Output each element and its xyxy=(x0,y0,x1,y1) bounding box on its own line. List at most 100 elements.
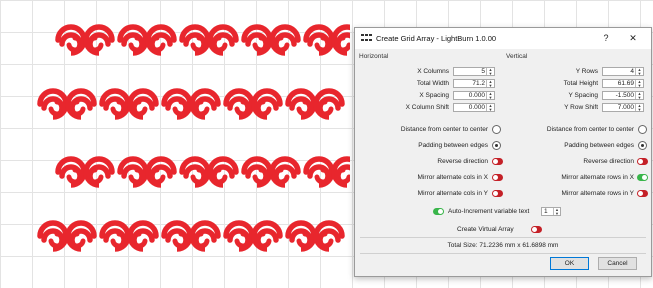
h-reverse-label: Reverse direction xyxy=(437,158,488,165)
swirl-mark[interactable] xyxy=(182,159,208,185)
swirl-mark[interactable] xyxy=(306,159,332,185)
mirror-rows-y-label: Mirror alternate rows in Y xyxy=(561,190,635,197)
y-row-shift-label: Y Row Shift xyxy=(564,104,598,111)
spin-arrows-icon[interactable]: ▲ ▼ xyxy=(635,80,643,87)
swirl-mark[interactable] xyxy=(68,223,94,249)
swirl-mark[interactable] xyxy=(182,27,208,53)
swirl-mark[interactable] xyxy=(226,223,252,249)
swirl-mark[interactable] xyxy=(272,27,298,53)
swirl-mark[interactable] xyxy=(130,91,156,117)
total-height-input[interactable]: 61.69 ▲ ▼ xyxy=(602,79,644,88)
mirror-rows-x-label: Mirror alternate rows in X xyxy=(561,174,634,181)
swirl-mark[interactable] xyxy=(334,27,350,53)
divider xyxy=(360,237,646,238)
spin-arrows-icon[interactable]: ▲ ▼ xyxy=(635,104,643,111)
swirl-mark[interactable] xyxy=(272,159,298,185)
total-width-input[interactable]: 71.2 ▲ ▼ xyxy=(453,79,495,88)
swirl-mark[interactable] xyxy=(86,27,112,53)
swirl-mark[interactable] xyxy=(130,223,156,249)
swirl-mark[interactable] xyxy=(288,91,314,117)
x-column-shift-input[interactable]: 0.000 ▲ ▼ xyxy=(453,103,495,112)
swirl-mark[interactable] xyxy=(40,91,66,117)
spin-arrows-icon[interactable]: ▲ ▼ xyxy=(486,104,494,111)
swirl-mark[interactable] xyxy=(192,91,218,117)
v-distance-label: Distance from center to center xyxy=(546,126,634,133)
h-reverse-toggle[interactable] xyxy=(492,158,503,165)
help-button[interactable]: ? xyxy=(598,32,614,44)
x-column-shift-label: X Column Shift xyxy=(405,104,449,111)
v-reverse-toggle[interactable] xyxy=(637,158,648,165)
mirror-cols-x-label: Mirror alternate cols in X xyxy=(417,174,488,181)
dialog-title: Create Grid Array - LightBurn 1.0.00 xyxy=(376,34,497,43)
swirl-mark[interactable] xyxy=(120,27,146,53)
y-spacing-input[interactable]: -1.500 ▲ ▼ xyxy=(602,91,644,100)
swirl-mark[interactable] xyxy=(58,159,84,185)
horizontal-heading: Horizontal xyxy=(359,53,389,60)
x-spacing-input[interactable]: 0.000 ▲ ▼ xyxy=(453,91,495,100)
v-reverse-label: Reverse direction xyxy=(583,158,634,165)
y-row-shift-input[interactable]: 7.000 ▲ ▼ xyxy=(602,103,644,112)
x-columns-input[interactable]: 5 ▲ ▼ xyxy=(453,67,495,76)
swirl-mark[interactable] xyxy=(210,159,236,185)
swirl-mark[interactable] xyxy=(58,27,84,53)
total-width-label: Total Width xyxy=(416,80,449,87)
spin-arrows-icon[interactable]: ▲ ▼ xyxy=(635,68,643,75)
swirl-mark[interactable] xyxy=(86,159,112,185)
swirl-mark[interactable] xyxy=(316,91,342,117)
mirror-rows-x-toggle[interactable] xyxy=(637,174,648,181)
swirl-mark[interactable] xyxy=(148,27,174,53)
spin-arrows-icon[interactable]: ▲ ▼ xyxy=(486,68,494,75)
auto-increment-toggle[interactable] xyxy=(433,208,444,215)
swirl-mark[interactable] xyxy=(244,27,270,53)
v-padding-radio[interactable] xyxy=(638,141,647,150)
dialog-titlebar: Create Grid Array - LightBurn 1.0.00 ? ✕ xyxy=(355,28,651,49)
app-grid-icon xyxy=(361,34,372,43)
swirl-mark[interactable] xyxy=(102,91,128,117)
swirl-mark[interactable] xyxy=(164,223,190,249)
swirl-mark[interactable] xyxy=(288,223,314,249)
vertical-heading: Vertical xyxy=(506,53,528,60)
swirl-mark[interactable] xyxy=(40,223,66,249)
mirror-cols-y-toggle[interactable] xyxy=(492,190,503,197)
swirl-mark[interactable] xyxy=(192,223,218,249)
h-padding-label: Padding between edges xyxy=(418,142,488,149)
create-grid-array-dialog: Create Grid Array - LightBurn 1.0.00 ? ✕… xyxy=(354,27,652,277)
h-distance-radio[interactable] xyxy=(492,125,501,134)
virtual-array-label: Create Virtual Array xyxy=(457,226,514,233)
swirl-mark[interactable] xyxy=(316,223,342,249)
v-distance-radio[interactable] xyxy=(638,125,647,134)
spin-arrows-icon[interactable]: ▲ ▼ xyxy=(553,208,560,215)
spin-arrows-icon[interactable]: ▲ ▼ xyxy=(486,92,494,99)
auto-increment-label: Auto-Increment variable text xyxy=(448,208,530,215)
swirl-mark[interactable] xyxy=(102,223,128,249)
auto-increment-input[interactable]: 1 ▲ ▼ xyxy=(541,207,561,216)
swirl-mark[interactable] xyxy=(210,27,236,53)
v-padding-label: Padding between edges xyxy=(564,142,634,149)
swirl-mark[interactable] xyxy=(148,159,174,185)
y-spacing-label: Y Spacing xyxy=(568,92,598,99)
design-canvas[interactable] xyxy=(0,0,350,288)
swirl-mark[interactable] xyxy=(68,91,94,117)
mirror-rows-y-toggle[interactable] xyxy=(637,190,648,197)
swirl-mark[interactable] xyxy=(334,159,350,185)
swirl-mark[interactable] xyxy=(254,223,280,249)
mirror-cols-x-toggle[interactable] xyxy=(492,174,503,181)
close-button[interactable]: ✕ xyxy=(625,32,641,44)
virtual-array-toggle[interactable] xyxy=(531,226,542,233)
divider xyxy=(360,253,646,254)
swirl-mark[interactable] xyxy=(306,27,332,53)
ok-button[interactable]: OK xyxy=(550,257,589,270)
swirl-mark[interactable] xyxy=(254,91,280,117)
y-rows-label: Y Rows xyxy=(575,68,598,75)
y-rows-input[interactable]: 4 ▲ ▼ xyxy=(602,67,644,76)
x-spacing-label: X Spacing xyxy=(419,92,449,99)
h-padding-radio[interactable] xyxy=(492,141,501,150)
swirl-mark[interactable] xyxy=(164,91,190,117)
cancel-button[interactable]: Cancel xyxy=(598,257,637,270)
swirl-mark[interactable] xyxy=(120,159,146,185)
spin-arrows-icon[interactable]: ▲ ▼ xyxy=(486,80,494,87)
spin-arrows-icon[interactable]: ▲ ▼ xyxy=(635,92,643,99)
x-columns-label: X Columns xyxy=(417,68,449,75)
swirl-mark[interactable] xyxy=(244,159,270,185)
swirl-mark[interactable] xyxy=(226,91,252,117)
